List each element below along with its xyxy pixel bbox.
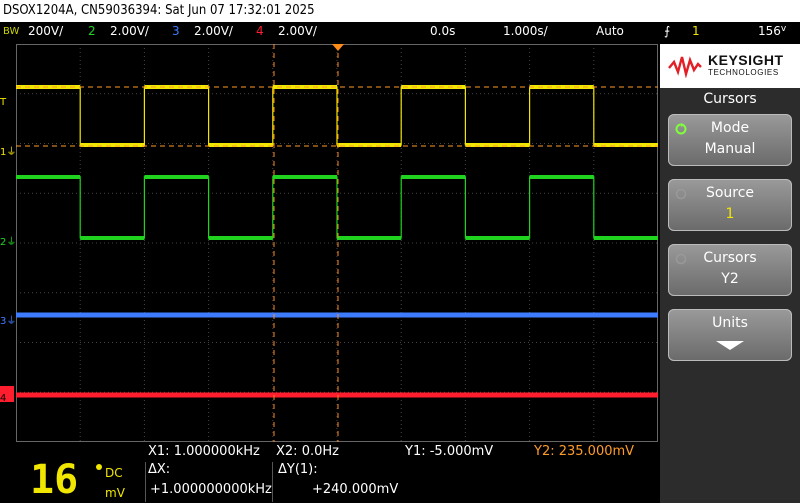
timebase-value: 1.000	[503, 24, 538, 38]
softkey-cursors[interactable]: Cursors Y2	[668, 244, 792, 296]
softkey-cursors-value: Y2	[721, 271, 739, 287]
dy-value: +240.000mV	[312, 482, 399, 497]
ch3-number: 3	[172, 24, 180, 38]
dy-label: ΔY(1):	[278, 462, 318, 477]
softkey-source-label: Source	[705, 185, 755, 201]
menu-title: Cursors	[703, 91, 757, 107]
softkey-source-value: 1	[725, 206, 735, 222]
trigger-marker-label: T	[0, 97, 7, 108]
ch1-trace-edges	[16, 86, 658, 146]
dx-label: ΔX:	[148, 462, 171, 477]
softkey-source[interactable]: Source 1	[668, 179, 792, 231]
ch4-marker-label: 4	[0, 393, 7, 404]
timebase-unit: s/	[537, 24, 548, 38]
ch3-scale: 2.00V/	[194, 24, 233, 38]
trigger-mode: Auto	[596, 24, 624, 38]
delay-value: 0.0s	[430, 24, 456, 38]
ch2-trace-edges	[16, 176, 658, 239]
trigger-level: 156v	[758, 24, 787, 38]
submenu-arrow-icon	[716, 341, 744, 350]
readout-divider	[145, 462, 146, 502]
trigger-level-marker: T	[0, 90, 16, 108]
waveform-svg	[16, 44, 658, 442]
softkey-mode-label: Mode	[710, 120, 750, 136]
trigger-source: 1	[692, 24, 700, 38]
trigger-position-icon	[332, 44, 344, 51]
ch4-ground-marker: 4	[0, 386, 14, 404]
status-bar: BW 200V/ 2 2.00V/ 3 2.00V/ 4 2.00V/ 0.0s…	[0, 22, 800, 42]
dvm-value: 16	[30, 457, 79, 503]
keysight-wave-icon	[668, 56, 702, 78]
trigger-edge-icon: ⨍	[664, 24, 671, 38]
ch4-number: 4	[256, 24, 264, 38]
readout-divider	[272, 462, 273, 502]
softkey-mode[interactable]: Mode Manual	[668, 114, 792, 166]
window-title: DSOX1204A, CN59036394: Sat Jun 07 17:32:…	[0, 0, 800, 22]
trigger-level-value: 156	[758, 24, 781, 38]
ch1-scale: 200V/	[28, 24, 63, 38]
waveform-display[interactable]	[16, 44, 658, 442]
y1-readout: Y1: -5.000mV	[405, 444, 494, 459]
dvm-unit: mV	[105, 486, 125, 500]
ch3-ground-marker: 3⏚	[0, 316, 17, 327]
ch1-scale-unit: V/	[50, 24, 64, 38]
x2-readout: X2: 0.0Hz	[276, 444, 339, 459]
brand-sub: TECHNOLOGIES	[708, 68, 779, 77]
y2-readout: Y2: 235.000mV	[534, 444, 635, 459]
softkey-cursors-label: Cursors	[703, 250, 757, 266]
ch2-scale: 2.00V/	[110, 24, 149, 38]
softkey-units-label: Units	[712, 315, 748, 331]
dvm-indicator-icon	[96, 464, 102, 470]
softkey-mode-value: Manual	[704, 141, 756, 157]
softkey-panel: KEYSIGHT TECHNOLOGIES Cursors Mode Manua…	[660, 44, 800, 503]
dx-value: +1.000000000kHz	[150, 482, 272, 497]
ch1-scale-value: 200	[28, 24, 51, 38]
timebase: 1.000s/	[503, 24, 548, 38]
keysight-logo: KEYSIGHT TECHNOLOGIES	[660, 44, 800, 88]
ch2-ground-marker: 2⏚	[0, 237, 17, 248]
softkey-units[interactable]: Units	[668, 309, 792, 361]
dvm-mode: DC	[105, 466, 123, 480]
bw-label: BW	[3, 26, 20, 37]
ch1-ground-marker: 1⏚	[0, 147, 17, 158]
brand-name: KEYSIGHT	[708, 52, 784, 68]
x1-readout: X1: 1.000000kHz	[148, 444, 260, 459]
ch4-scale: 2.00V/	[278, 24, 317, 38]
ch2-number: 2	[88, 24, 96, 38]
measurement-readout: X1: 1.000000kHz X2: 0.0Hz Y1: -5.000mV Y…	[0, 442, 660, 503]
